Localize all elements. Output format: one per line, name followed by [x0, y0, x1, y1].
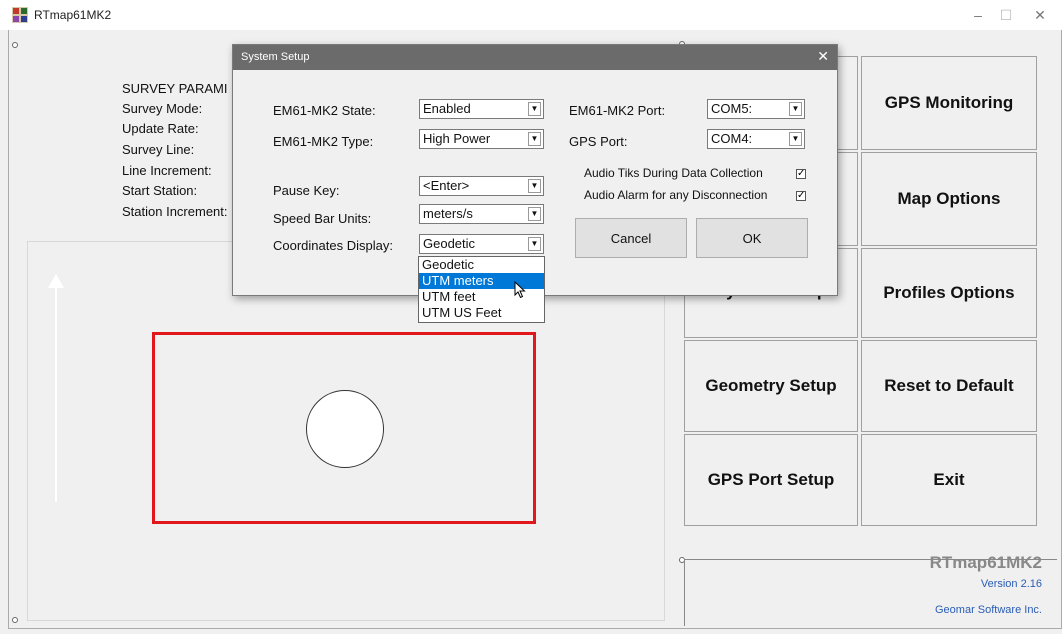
em61-type-label: EM61-MK2 Type: — [273, 134, 374, 149]
em61-state-label: EM61-MK2 State: — [273, 103, 376, 118]
window-title: RTmap61MK2 — [34, 8, 112, 22]
brand-name: RTmap61MK2 — [929, 553, 1042, 572]
audio-tiks-label: Audio Tiks During Data Collection — [584, 166, 763, 180]
em61-port-select[interactable]: COM5: ▼ — [707, 99, 805, 119]
coordinates-display-value: Geodetic — [423, 236, 476, 251]
dialog-title-bar[interactable] — [233, 45, 837, 70]
line-increment-label: Line Increment: — [122, 163, 212, 178]
position-marker-circle — [306, 390, 384, 468]
resize-grip-icon[interactable] — [12, 42, 18, 48]
em61-state-select[interactable]: Enabled ▼ — [419, 99, 544, 119]
audio-alarm-checkbox[interactable]: ✓ — [796, 191, 806, 201]
dropdown-arrow-icon[interactable]: ▼ — [528, 237, 541, 251]
dropdown-arrow-icon[interactable]: ▼ — [528, 102, 541, 116]
version-text: Version 2.16 — [980, 578, 1042, 590]
north-arrow-shaft — [55, 276, 57, 502]
dropdown-arrow-icon[interactable]: ▼ — [528, 132, 541, 146]
coordinates-display-select[interactable]: Geodetic ▼ — [419, 234, 544, 254]
dropdown-option[interactable]: UTM US Feet — [419, 305, 544, 321]
gps-monitoring-button[interactable]: GPS Monitoring — [861, 56, 1037, 150]
ok-button[interactable]: OK — [696, 218, 808, 258]
pause-key-value: <Enter> — [423, 178, 470, 193]
audio-alarm-label: Audio Alarm for any Disconnection — [584, 188, 768, 202]
dropdown-arrow-icon[interactable]: ▼ — [528, 207, 541, 221]
dropdown-arrow-icon[interactable]: ▼ — [528, 179, 541, 193]
map-options-button[interactable]: Map Options — [861, 152, 1037, 246]
survey-line-label: Survey Line: — [122, 142, 195, 157]
dropdown-option[interactable]: Geodetic — [419, 257, 544, 273]
company-text: Geomar Software Inc. — [935, 604, 1042, 616]
update-rate-label: Update Rate: — [122, 121, 199, 136]
title-bar — [0, 0, 1062, 30]
app-icon — [12, 7, 28, 23]
coordinates-display-label: Coordinates Display: — [273, 238, 393, 253]
speed-bar-label: Speed Bar Units: — [273, 211, 372, 226]
gps-port-select[interactable]: COM4: ▼ — [707, 129, 805, 149]
mouse-cursor-icon — [514, 280, 526, 304]
gps-port-value: COM4: — [711, 131, 753, 146]
gps-port-label: GPS Port: — [569, 134, 628, 149]
pause-key-label: Pause Key: — [273, 183, 340, 198]
dialog-close-icon[interactable]: ✕ — [817, 48, 829, 65]
survey-params-heading: SURVEY PARAMI — [122, 81, 228, 96]
audio-tiks-checkbox[interactable]: ✓ — [796, 169, 806, 179]
dropdown-arrow-icon[interactable]: ▼ — [789, 102, 802, 116]
geometry-setup-button[interactable]: Geometry Setup — [684, 340, 858, 432]
em61-type-value: High Power — [423, 131, 491, 146]
survey-mode-label: Survey Mode: — [122, 101, 203, 116]
dialog-title: System Setup — [241, 51, 310, 63]
minimize-button[interactable]: – — [963, 4, 993, 26]
north-arrow-icon — [48, 274, 64, 288]
resize-grip-icon[interactable] — [12, 617, 18, 623]
cancel-button[interactable]: Cancel — [575, 218, 687, 258]
dropdown-arrow-icon[interactable]: ▼ — [789, 132, 802, 146]
speed-bar-value: meters/s — [423, 206, 473, 221]
station-increment-label: Station Increment: — [122, 204, 228, 219]
em61-port-label: EM61-MK2 Port: — [569, 103, 666, 118]
reset-default-button[interactable]: Reset to Default — [861, 340, 1037, 432]
em61-type-select[interactable]: High Power ▼ — [419, 129, 544, 149]
speed-bar-select[interactable]: meters/s ▼ — [419, 204, 544, 224]
start-station-label: Start Station: — [122, 183, 198, 198]
exit-button[interactable]: Exit — [861, 434, 1037, 526]
em61-port-value: COM5: — [711, 101, 753, 116]
close-window-button[interactable]: ✕ — [1025, 4, 1055, 26]
pause-key-select[interactable]: <Enter> ▼ — [419, 176, 544, 196]
gps-port-setup-button[interactable]: GPS Port Setup — [684, 434, 858, 526]
profiles-options-button[interactable]: Profiles Options — [861, 248, 1037, 338]
maximize-button[interactable]: ☐ — [991, 4, 1021, 26]
em61-state-value: Enabled — [423, 101, 471, 116]
